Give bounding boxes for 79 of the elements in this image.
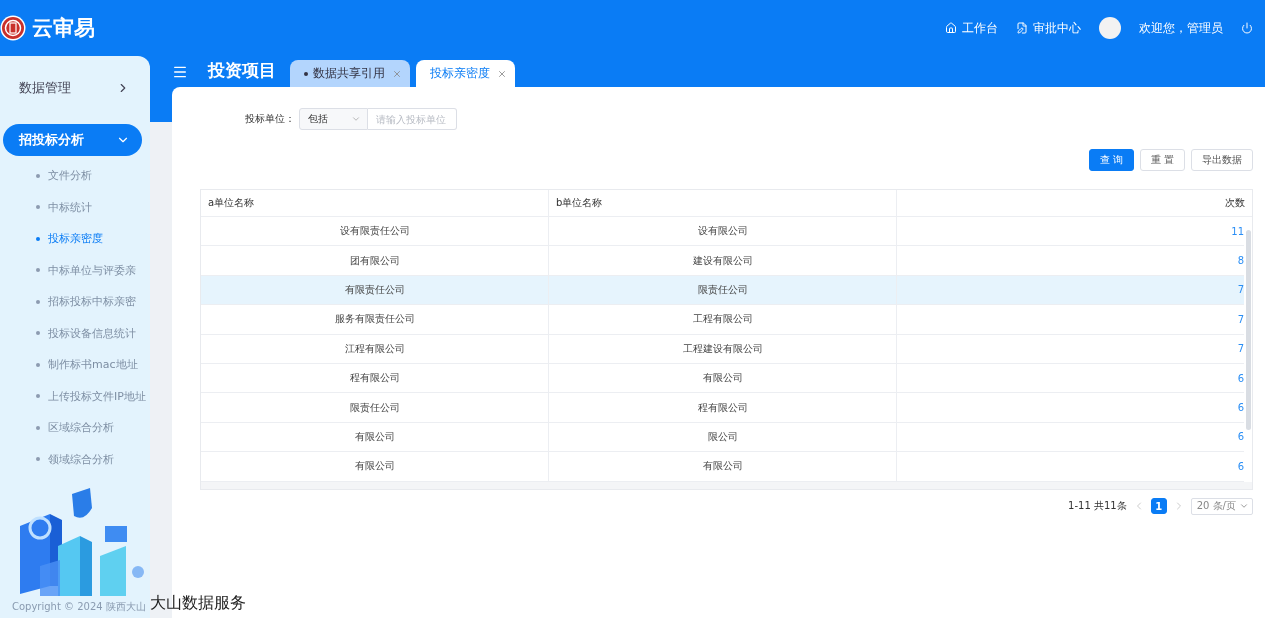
action-button[interactable]: 重 置 (1139, 149, 1185, 171)
count-cell: 7 (1237, 284, 1244, 296)
table-row[interactable]: 有限公司 限公司 6 (201, 422, 1244, 453)
sidebar-item[interactable]: 制作标书mac地址 (0, 349, 150, 381)
user-greeting: 欢迎您，管理员 (1139, 19, 1223, 37)
close-icon[interactable] (497, 68, 507, 79)
table-cell: 限责任公司 (349, 400, 400, 415)
power-icon[interactable] (1241, 22, 1253, 34)
tab[interactable]: 投标亲密度 (416, 60, 515, 87)
sidebar-item[interactable]: 文件分析 (0, 160, 150, 192)
table-cell: 建设有限公司 (692, 253, 753, 268)
page-summary: 1-11 共11条 (1068, 499, 1127, 513)
count-cell: 8 (1237, 255, 1244, 267)
action-button[interactable]: 导出数据 (1191, 149, 1253, 171)
table-cell: 有限责任公司 (344, 282, 405, 297)
table-cell: 设有限责任公司 (339, 224, 410, 239)
table-row[interactable]: 有限公司 有限公司 6 (201, 452, 1244, 482)
page-button[interactable]: 1 (1150, 498, 1167, 514)
table-cell: 程有限公司 (349, 371, 400, 386)
count-cell: 6 (1237, 402, 1244, 414)
home-icon (945, 22, 957, 34)
column-header: b单位名称 (549, 190, 897, 216)
table-cell: 服务有限责任公司 (334, 312, 415, 327)
mode-select[interactable]: 包括 (299, 108, 368, 130)
app-title: 云审易 (32, 15, 95, 42)
count-cell: 6 (1237, 431, 1244, 443)
table-cell: 团有限公司 (349, 253, 400, 268)
table-row[interactable]: 服务有限责任公司 工程有限公司 7 (201, 305, 1244, 335)
nav-link[interactable]: 审批中心 (1016, 19, 1081, 37)
close-icon[interactable] (392, 68, 402, 79)
table-row[interactable]: 设有限责任公司 设有限公司 11 (201, 217, 1244, 247)
chevron-icon (1239, 501, 1249, 511)
sidebar-item[interactable]: 投标亲密度 (0, 223, 150, 255)
nav-link[interactable]: 工作台 (945, 19, 998, 37)
company-name: 大山数据服务 (149, 593, 246, 614)
table-row[interactable]: 限责任公司 程有限公司 6 (201, 393, 1244, 423)
sidebar-item[interactable]: 投标设备信息统计 (0, 317, 150, 349)
table-row[interactable]: 江程有限公司 工程建设有限公司 7 (201, 334, 1244, 364)
filter-label: 投标单位： (245, 112, 295, 126)
logo-icon (0, 15, 26, 41)
count-cell: 11 (1231, 225, 1244, 237)
count-cell: 6 (1237, 372, 1244, 384)
table-cell: 江程有限公司 (344, 341, 405, 356)
sidebar-item[interactable]: 区域综合分析 (0, 412, 150, 444)
table-cell: 工程建设有限公司 (682, 341, 763, 356)
scrollbar[interactable] (1246, 230, 1251, 430)
sidebar-item[interactable]: 领域综合分析 (0, 443, 150, 475)
table-cell: 有限公司 (354, 429, 395, 444)
table-row[interactable]: 有限责任公司 限责任公司 7 (201, 275, 1244, 306)
table-cell: 有限公司 (702, 459, 743, 474)
tab[interactable]: 数据共享引用 (290, 60, 410, 87)
table-cell: 工程有限公司 (692, 312, 753, 327)
table-cell: 限公司 (707, 429, 738, 444)
sidebar-item[interactable]: 中标单位与评委亲 (0, 254, 150, 286)
column-header: a单位名称 (201, 190, 549, 216)
count-cell: 6 (1237, 460, 1244, 472)
table-cell: 有限公司 (702, 371, 743, 386)
sidebar-item[interactable]: 中标统计 (0, 191, 150, 223)
table-cell: 有限公司 (354, 459, 395, 474)
sidebar-group[interactable]: 数据管理 (3, 72, 142, 104)
sidebar-item[interactable]: 上传投标文件IP地址 (0, 380, 150, 412)
avatar (1099, 17, 1121, 39)
table-cell: 限责任公司 (697, 282, 748, 297)
copyright-text: Copyright © 2024 陕西大山 (12, 600, 146, 614)
document-icon (1016, 22, 1028, 34)
page-title: 投资项目 (208, 59, 276, 82)
table-cell: 设有限公司 (697, 224, 748, 239)
query-button[interactable]: 查 询 (1088, 149, 1134, 171)
chevron-icon (351, 114, 361, 124)
page-size-select[interactable]: 20 条/页 (1190, 497, 1253, 515)
sidebar-group[interactable]: 招投标分析 (3, 124, 142, 156)
count-cell: 7 (1237, 313, 1244, 325)
table-row[interactable]: 程有限公司 有限公司 6 (201, 363, 1244, 394)
menu-icon[interactable] (172, 64, 188, 80)
table-row[interactable]: 团有限公司 建设有限公司 8 (201, 246, 1244, 276)
table-cell: 程有限公司 (697, 400, 748, 415)
count-cell: 7 (1237, 343, 1244, 355)
sidebar-item[interactable]: 招标投标中标亲密 (0, 286, 150, 318)
column-header: 次数 (1224, 196, 1246, 210)
